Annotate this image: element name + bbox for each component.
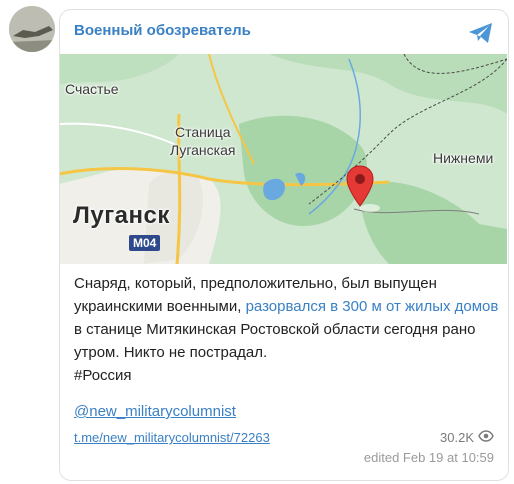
telegram-icon[interactable] xyxy=(468,22,494,44)
eye-icon xyxy=(478,430,494,445)
views-counter: 30.2K xyxy=(440,430,494,445)
location-pin-icon xyxy=(345,165,375,207)
channel-name[interactable]: Военный обозреватель xyxy=(74,22,251,39)
views-count: 30.2K xyxy=(440,430,474,445)
channel-avatar[interactable] xyxy=(9,6,55,52)
post-text-after: в станице Митякинская Ростовской области… xyxy=(74,321,476,361)
road-label: M04 xyxy=(129,235,161,251)
post-card: Военный обозреватель Счастье Станица Луг… xyxy=(59,9,509,481)
post-inline-link[interactable]: разорвался в 300 м от жилых домов xyxy=(246,298,499,315)
map-label-luganskaya: Луганская xyxy=(170,142,236,158)
map-label-nizhnemi: Нижнеми xyxy=(433,150,494,166)
post-url-link[interactable]: t.me/new_militarycolumnist/72263 xyxy=(74,430,270,445)
hashtag[interactable]: #Россия xyxy=(74,367,132,384)
map-label-schastye: Счастье xyxy=(65,81,119,97)
edited-timestamp: edited Feb 19 at 10:59 xyxy=(363,450,494,465)
map-label-stanitsa: Станица xyxy=(175,124,231,140)
post-text: Снаряд, который, предположительно, был в… xyxy=(74,272,499,387)
map-label-lugansk: Луганск xyxy=(73,202,170,229)
channel-handle-link[interactable]: @new_militarycolumnist xyxy=(74,403,236,420)
